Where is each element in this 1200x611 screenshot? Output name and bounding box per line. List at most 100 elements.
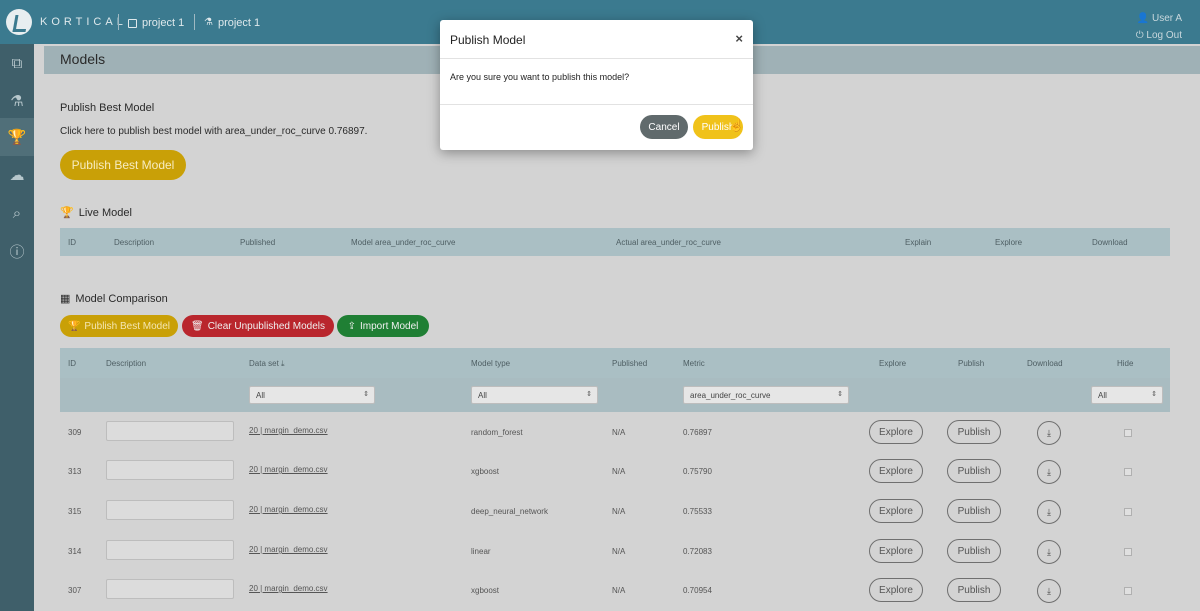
copy-icon: ⧉ <box>11 54 23 72</box>
select-arrows-icon: ⇕ <box>1151 391 1157 398</box>
publish-button[interactable]: Publish <box>947 420 1001 444</box>
publish-best-heading: Publish Best Model <box>60 102 155 114</box>
published-status: N/A <box>612 428 626 437</box>
download-button[interactable]: ⤓ <box>1037 421 1061 445</box>
download-button[interactable]: ⤓ <box>1037 540 1061 564</box>
publish-button[interactable]: Publish <box>947 578 1001 602</box>
explore-button[interactable]: Explore <box>869 539 923 563</box>
breadcrumb-experiment[interactable]: ⚗ project 1 <box>204 17 260 29</box>
comparison-publish-best-label: Publish Best Model <box>84 320 171 332</box>
sidebar-item-experiments[interactable]: ⚗ <box>0 82 34 120</box>
divider <box>440 58 753 59</box>
download-icon: ⤓ <box>1047 585 1051 596</box>
sidebar-item-models[interactable]: 🏆 <box>0 118 34 156</box>
table-row: 307 20 | margin_demo.csv xgboost N/A 0.7… <box>60 571 1170 610</box>
hide-checkbox[interactable] <box>1124 508 1132 516</box>
column-header-label: Data set <box>249 359 279 368</box>
select-arrows-icon: ⇕ <box>837 391 843 398</box>
publish-button[interactable]: Publish <box>947 459 1001 483</box>
column-header: ID <box>68 238 76 247</box>
trash-icon: 🗑 <box>191 320 204 332</box>
cancel-button[interactable]: Cancel <box>640 115 688 139</box>
sidebar-item-explain[interactable]: ⌕ <box>0 194 34 232</box>
explore-button[interactable]: Explore <box>869 420 923 444</box>
row-id: 313 <box>68 467 82 476</box>
trophy-icon: 🏆 <box>60 207 74 219</box>
flask-icon: ⚗ <box>10 93 24 110</box>
publish-button[interactable]: Publish <box>947 499 1001 523</box>
row-id: 315 <box>68 507 82 516</box>
divider <box>440 104 753 105</box>
metric-filter-select[interactable]: area_under_roc_curve ⇕ <box>683 386 849 404</box>
dataset-link[interactable]: 20 | margin_demo.csv <box>249 545 328 554</box>
dataset-link[interactable]: 20 | margin_demo.csv <box>249 465 328 474</box>
description-input[interactable] <box>106 460 234 480</box>
table-row: 315 20 | margin_demo.csv deep_neural_net… <box>60 492 1170 531</box>
hide-checkbox[interactable] <box>1124 429 1132 437</box>
user-link[interactable]: 👤 User A <box>1136 10 1182 27</box>
metric-value: 0.75533 <box>683 507 712 516</box>
comparison-publish-best-button[interactable]: 🏆 Publish Best Model <box>60 315 178 337</box>
hide-filter-select[interactable]: All ⇕ <box>1091 386 1163 404</box>
hide-checkbox[interactable] <box>1124 468 1132 476</box>
column-header: Hide <box>1117 359 1134 368</box>
model-type: xgboost <box>471 467 500 476</box>
logout-link[interactable]: ⏻ Log Out <box>1136 27 1182 44</box>
explore-button[interactable]: Explore <box>869 578 923 602</box>
column-header: Description <box>106 359 147 368</box>
user-icon: 👤 <box>1136 13 1150 24</box>
dataset-link[interactable]: 20 | margin_demo.csv <box>249 426 328 435</box>
breadcrumb-experiment-label: project 1 <box>217 17 261 29</box>
breadcrumb-project[interactable]: project 1 <box>128 17 184 29</box>
model-type-filter-select[interactable]: All ⇕ <box>471 386 598 404</box>
user-menu: 👤 User A ⏻ Log Out <box>1136 10 1182 44</box>
breadcrumb-project-label: project 1 <box>142 17 185 29</box>
download-button[interactable]: ⤓ <box>1037 579 1061 603</box>
hide-checkbox[interactable] <box>1124 548 1132 556</box>
explore-button[interactable]: Explore <box>869 499 923 523</box>
published-status: N/A <box>612 547 626 556</box>
download-button[interactable]: ⤓ <box>1037 500 1061 524</box>
column-header-dataset[interactable]: Data set ⤓ <box>249 359 285 369</box>
sidebar-item-projects[interactable]: ⧉ <box>0 44 34 82</box>
table-row: 309 20 | margin_demo.csv random_forest N… <box>60 413 1170 452</box>
explore-button[interactable]: Explore <box>869 459 923 483</box>
upload-icon: ⇪ <box>347 320 357 332</box>
column-header: Published <box>612 359 648 368</box>
description-input[interactable] <box>106 500 234 520</box>
divider <box>118 14 119 30</box>
dialog-title: Publish Model <box>450 33 526 47</box>
cloud-upload-icon: ☁ <box>9 167 25 184</box>
metric-filter-value: area_under_roc_curve <box>690 391 771 400</box>
brand-name: KORTICAL <box>40 16 127 28</box>
description-input[interactable] <box>106 540 234 560</box>
dataset-link[interactable]: 20 | margin_demo.csv <box>249 584 328 593</box>
close-icon[interactable]: × <box>735 31 743 46</box>
kortical-logo[interactable] <box>6 9 32 35</box>
published-status: N/A <box>612 586 626 595</box>
dataset-link[interactable]: 20 | margin_demo.csv <box>249 505 328 514</box>
column-header: Explain <box>905 238 932 247</box>
row-id: 314 <box>68 547 82 556</box>
import-model-button[interactable]: ⇪ Import Model <box>337 315 429 337</box>
clear-unpublished-models-button[interactable]: 🗑 Clear Unpublished Models <box>182 315 334 337</box>
hide-checkbox[interactable] <box>1124 587 1132 595</box>
column-header: Download <box>1027 359 1063 368</box>
description-input[interactable] <box>106 421 234 441</box>
column-header: Publish <box>958 359 985 368</box>
download-icon: ⤓ <box>281 359 285 368</box>
column-header: Download <box>1092 238 1128 247</box>
description-input[interactable] <box>106 579 234 599</box>
dataset-filter-value: All <box>256 391 265 400</box>
download-button[interactable]: ⤓ <box>1037 460 1061 484</box>
publish-button[interactable]: Publish <box>947 539 1001 563</box>
sidebar-item-info[interactable]: ⓘ <box>0 232 34 270</box>
table-row: 314 20 | margin_demo.csv linear N/A 0.72… <box>60 532 1170 571</box>
row-id: 307 <box>68 586 82 595</box>
dataset-filter-select[interactable]: All ⇕ <box>249 386 375 404</box>
sidebar-item-deploy[interactable]: ☁ <box>0 156 34 194</box>
live-model-title: Live Model <box>78 206 132 219</box>
publish-best-model-button[interactable]: Publish Best Model <box>60 150 186 180</box>
download-icon: ⤓ <box>1047 427 1051 438</box>
row-id: 309 <box>68 428 82 437</box>
